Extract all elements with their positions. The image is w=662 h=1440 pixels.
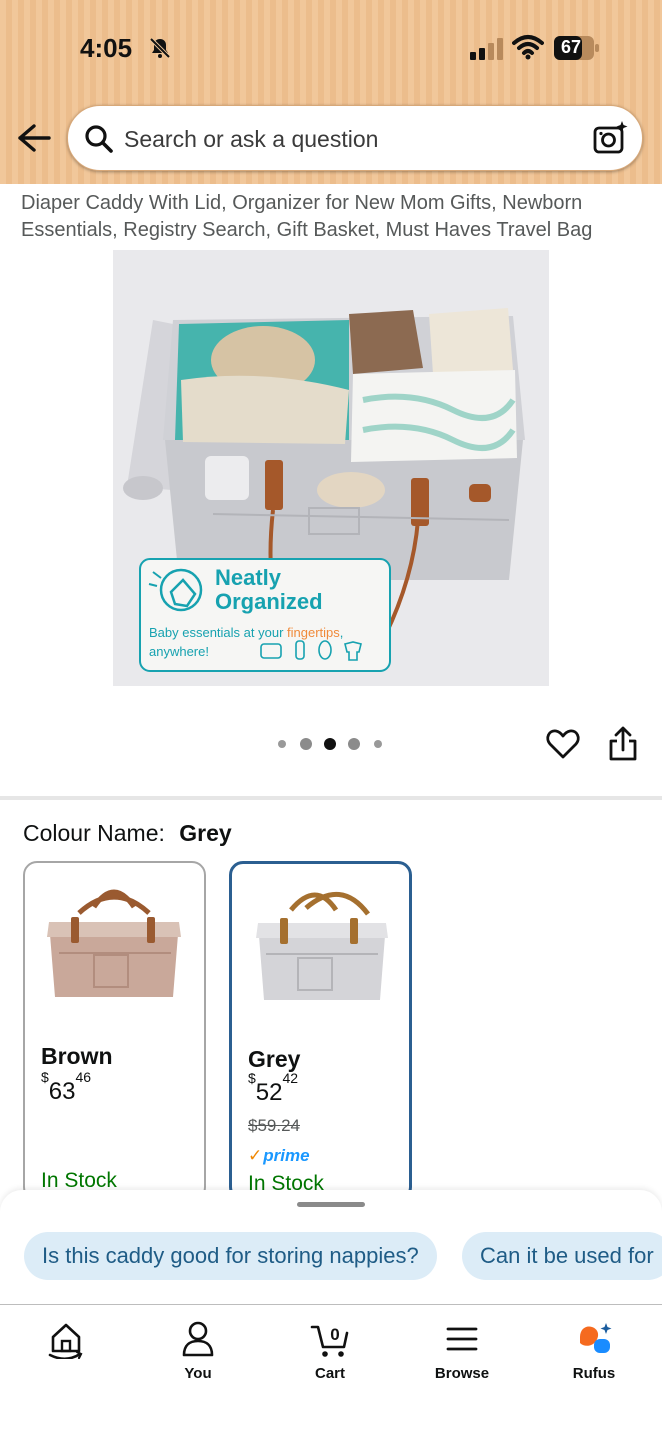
option-name: Grey (248, 1046, 301, 1072)
grey-caddy-thumbnail (256, 892, 388, 1000)
back-arrow-icon[interactable] (16, 122, 52, 154)
section-divider (0, 796, 662, 800)
heart-icon[interactable] (546, 727, 580, 761)
camera-search-icon[interactable] (592, 120, 628, 156)
cart-count: 0 (330, 1325, 339, 1344)
option-list-price: $59.24 (248, 1116, 300, 1135)
nav-label: Browse (434, 1365, 490, 1382)
home-icon (48, 1323, 83, 1359)
cart-icon: 0 (310, 1325, 349, 1357)
prime-badge: ✓prime (248, 1146, 310, 1165)
menu-icon (446, 1327, 478, 1351)
colour-name-label: Colour Name: Grey (23, 820, 232, 847)
cellular-signal-icon (470, 38, 503, 60)
overlay-headline-1: Neatly (215, 565, 282, 590)
nav-cart[interactable]: 0 Cart (280, 1319, 380, 1389)
bottom-navigation: You 0 Cart Browse Rufus (0, 1304, 662, 1440)
prime-check-icon: ✓ (248, 1146, 263, 1165)
nav-label: Rufus (572, 1365, 616, 1382)
status-bar: 4:05 67 (0, 0, 662, 96)
carousel-dot[interactable] (300, 738, 312, 750)
overlay-subtext-2: anywhere! (149, 644, 209, 659)
product-image[interactable]: Neatly Organized Baby essentials at your… (113, 250, 549, 686)
person-icon (182, 1321, 214, 1357)
colour-selected-value: Grey (179, 820, 232, 846)
nav-home[interactable] (16, 1319, 116, 1389)
colour-option-grey[interactable]: Grey $5242 $59.24 ✓prime In Stock (229, 861, 412, 1201)
colour-option-brown[interactable]: Brown $6346 In Stock (23, 861, 206, 1201)
image-carousel-dots[interactable] (278, 736, 388, 752)
overlay-headline-2: Organized (215, 589, 323, 614)
rufus-icon (580, 1323, 612, 1353)
app-header: 4:05 67 Search or ask a question (0, 0, 662, 184)
suggestion-chip[interactable]: Is this caddy good for storing nappies? (24, 1232, 437, 1280)
nav-label: You (184, 1365, 212, 1382)
carousel-dot[interactable] (348, 738, 360, 750)
search-icon (85, 125, 113, 153)
share-icon[interactable] (607, 726, 639, 762)
nav-rufus[interactable]: Rufus (544, 1319, 644, 1389)
sheet-drag-handle[interactable] (297, 1202, 365, 1207)
suggestion-chip[interactable]: Can it be used for (462, 1232, 662, 1280)
brown-caddy-thumbnail (47, 889, 181, 997)
carousel-dot[interactable] (278, 740, 286, 748)
option-name: Brown (41, 1043, 113, 1069)
carousel-dot[interactable] (374, 740, 382, 748)
overlay-subtext-1: Baby essentials at your fingertips, (149, 625, 343, 640)
nav-label: Cart (314, 1365, 345, 1382)
diaper-caddy-photo: Neatly Organized Baby essentials at your… (113, 250, 549, 686)
bell-off-icon (149, 37, 171, 59)
battery-level: 67 (560, 37, 582, 57)
colour-label-text: Colour Name: (23, 820, 165, 846)
status-time: 4:05 (80, 33, 133, 63)
rufus-suggestions-sheet[interactable]: Is this caddy good for storing nappies? … (0, 1190, 662, 1306)
option-price: $6346 (41, 1069, 92, 1105)
search-bar[interactable]: Search or ask a question (67, 105, 643, 171)
search-input[interactable]: Search or ask a question (124, 126, 378, 153)
nav-browse[interactable]: Browse (412, 1319, 512, 1389)
nav-you[interactable]: You (148, 1319, 248, 1389)
carousel-dot-active[interactable] (324, 738, 336, 750)
product-title[interactable]: Diaper Caddy With Lid, Organizer for New… (21, 190, 641, 244)
wifi-icon (512, 35, 544, 60)
option-price: $5242 (248, 1070, 299, 1106)
